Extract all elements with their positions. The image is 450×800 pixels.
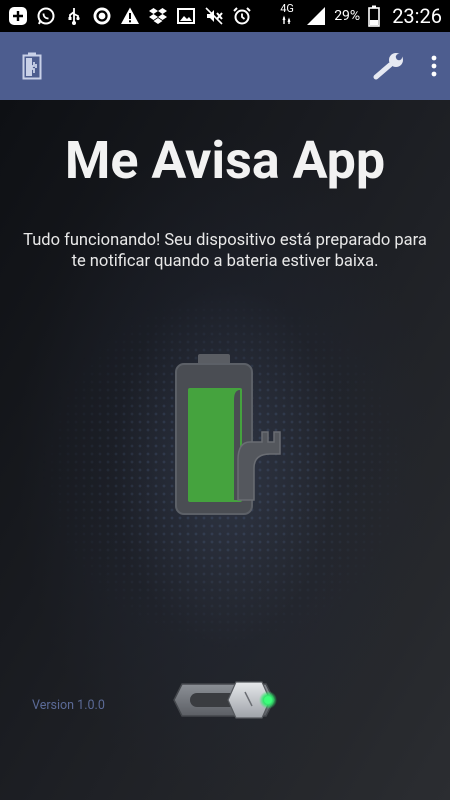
signal-icon xyxy=(306,6,326,26)
mobile-data-icon: 4G xyxy=(280,2,298,26)
status-bar-system: 4G 29% 23:26 xyxy=(280,2,442,28)
status-bar-notifications xyxy=(8,6,252,26)
warning-icon xyxy=(120,6,140,26)
battery-icon xyxy=(368,5,380,27)
app-bar xyxy=(0,32,450,100)
image-icon xyxy=(176,6,196,26)
app-bar-actions xyxy=(372,51,438,81)
page-title: Me Avisa App xyxy=(64,130,386,191)
alert-toggle-switch[interactable] xyxy=(170,678,280,722)
network-label: 4G xyxy=(280,2,294,15)
battery-charging-icon xyxy=(22,52,44,80)
alarm-icon xyxy=(232,6,252,26)
clock: 23:26 xyxy=(392,4,442,28)
dropbox-icon xyxy=(148,6,168,26)
version-label: Version 1.0.0 xyxy=(32,698,105,713)
usb-icon xyxy=(64,6,84,26)
battery-charging-illustration xyxy=(170,350,290,520)
whatsapp-icon xyxy=(36,6,56,26)
main-content: Me Avisa App Tudo funcionando! Seu dispo… xyxy=(0,100,450,800)
add-icon xyxy=(8,6,28,26)
mute-icon xyxy=(204,6,224,26)
overflow-menu-icon[interactable] xyxy=(430,54,438,78)
wrench-icon[interactable] xyxy=(372,51,408,81)
status-bar: 4G 29% 23:26 xyxy=(0,0,450,32)
battery-percent: 29% xyxy=(334,8,361,24)
circle-app-icon xyxy=(92,6,112,26)
status-description: Tudo funcionando! Seu dispositivo está p… xyxy=(23,231,427,271)
